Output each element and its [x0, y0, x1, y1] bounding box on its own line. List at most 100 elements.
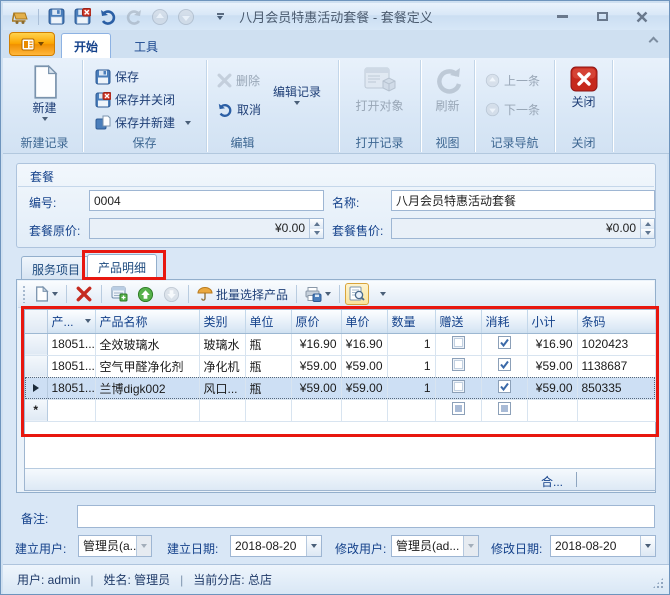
- cell-code[interactable]: [47, 399, 95, 421]
- tab-product-details[interactable]: 产品明细: [87, 254, 157, 280]
- sell-price-spinedit[interactable]: ¥0.00: [391, 218, 655, 239]
- tab-start[interactable]: 开始: [61, 33, 111, 58]
- product-table[interactable]: 产...产品名称类别单位原价单价数量赠送消耗小计条码18051...全效玻璃水玻…: [25, 310, 656, 422]
- column-header[interactable]: 产...: [47, 310, 95, 333]
- modified-date-combo[interactable]: 2018-08-20: [550, 535, 656, 557]
- cell-subtotal[interactable]: ¥59.00: [527, 355, 577, 377]
- print-export-button[interactable]: [302, 283, 334, 305]
- undo-icon[interactable]: [96, 6, 120, 28]
- cell-price[interactable]: [341, 399, 387, 421]
- down-circle-icon[interactable]: [174, 6, 198, 28]
- cell-code[interactable]: 18051...: [47, 333, 95, 355]
- column-header[interactable]: 单位: [245, 310, 291, 333]
- modified-by-dropdown-icon[interactable]: [463, 536, 478, 556]
- cell-gift[interactable]: [435, 333, 481, 355]
- cell-qty[interactable]: 1: [387, 333, 435, 355]
- cell-consume[interactable]: [481, 399, 527, 421]
- preview-dropdown-button[interactable]: [371, 283, 395, 305]
- save-close-icon[interactable]: [70, 6, 94, 28]
- created-by-dropdown-icon[interactable]: [136, 536, 151, 556]
- cell-name[interactable]: [95, 399, 199, 421]
- column-header[interactable]: 数量: [387, 310, 435, 333]
- sell-price-spinner[interactable]: [640, 219, 654, 238]
- column-header[interactable]: 条码: [577, 310, 655, 333]
- up-circle-icon[interactable]: [148, 6, 172, 28]
- save-and-new-button[interactable]: 保存并新建: [91, 113, 195, 132]
- next-record-button[interactable]: 下一条: [481, 100, 544, 119]
- table-row[interactable]: 18051...全效玻璃水玻璃水瓶¥16.90¥16.901¥16.901020…: [25, 333, 655, 355]
- redo-icon[interactable]: [122, 6, 146, 28]
- cell-barcode[interactable]: 1138687: [577, 355, 655, 377]
- name-input[interactable]: [391, 190, 655, 211]
- cell-price[interactable]: ¥59.00: [341, 355, 387, 377]
- cell-qty[interactable]: 1: [387, 355, 435, 377]
- sort-down-icon[interactable]: [85, 319, 91, 323]
- application-menu-button[interactable]: [9, 32, 55, 56]
- cell-qty[interactable]: 1: [387, 377, 435, 399]
- toolbar-grip[interactable]: [22, 285, 27, 303]
- previous-record-button[interactable]: 上一条: [481, 71, 544, 90]
- ribbon-collapse-icon[interactable]: [649, 37, 659, 47]
- edit-record-button[interactable]: 编辑记录: [270, 63, 324, 105]
- tab-tools[interactable]: 工具: [121, 33, 171, 58]
- created-date-dropdown-icon[interactable]: [306, 536, 321, 556]
- close-icon[interactable]: [629, 8, 655, 26]
- cell-consume[interactable]: [481, 333, 527, 355]
- cell-name[interactable]: 全效玻璃水: [95, 333, 199, 355]
- cell-category[interactable]: 风口...: [199, 377, 245, 399]
- tab-service-items[interactable]: 服务项目: [21, 256, 91, 280]
- cell-orig[interactable]: ¥59.00: [291, 377, 341, 399]
- cell-gift[interactable]: [435, 355, 481, 377]
- cell-subtotal[interactable]: ¥16.90: [527, 333, 577, 355]
- cell-category[interactable]: [199, 399, 245, 421]
- qat-dropdown-icon[interactable]: [208, 6, 232, 28]
- refresh-button[interactable]: 刷新: [421, 63, 474, 113]
- cell-price[interactable]: ¥16.90: [341, 333, 387, 355]
- cancel-button[interactable]: 取消: [213, 100, 265, 119]
- cell-barcode[interactable]: [577, 399, 655, 421]
- save-and-close-button[interactable]: 保存并关闭: [91, 90, 195, 109]
- cell-category[interactable]: 净化机: [199, 355, 245, 377]
- created-date-combo[interactable]: 2018-08-20: [230, 535, 322, 557]
- column-header[interactable]: 消耗: [481, 310, 527, 333]
- column-header[interactable]: 产品名称: [95, 310, 199, 333]
- delete-button[interactable]: 删除: [213, 71, 265, 90]
- cell-orig[interactable]: ¥59.00: [291, 355, 341, 377]
- cell-unit[interactable]: 瓶: [245, 333, 291, 355]
- grid-delete-button[interactable]: [72, 283, 96, 305]
- cell-unit[interactable]: [245, 399, 291, 421]
- orig-price-spinner[interactable]: [309, 219, 323, 238]
- column-header[interactable]: 单价: [341, 310, 387, 333]
- cell-qty[interactable]: [387, 399, 435, 421]
- column-header[interactable]: 原价: [291, 310, 341, 333]
- cell-unit[interactable]: 瓶: [245, 377, 291, 399]
- new-button[interactable]: 新建: [18, 63, 72, 121]
- table-row[interactable]: 18051...空气甲醛净化剂净化机瓶¥59.00¥59.001¥59.0011…: [25, 355, 655, 377]
- grid-form-button[interactable]: [107, 283, 131, 305]
- table-row[interactable]: 18051...兰博digk002风口...瓶¥59.00¥59.001¥59.…: [25, 377, 655, 399]
- column-header[interactable]: 小计: [527, 310, 577, 333]
- cell-orig[interactable]: [291, 399, 341, 421]
- cell-unit[interactable]: 瓶: [245, 355, 291, 377]
- cell-orig[interactable]: ¥16.90: [291, 333, 341, 355]
- cell-gift[interactable]: [435, 399, 481, 421]
- cell-name[interactable]: 兰博digk002: [95, 377, 199, 399]
- cell-consume[interactable]: [481, 355, 527, 377]
- orig-price-spinedit[interactable]: ¥0.00: [89, 218, 324, 239]
- cell-price[interactable]: ¥59.00: [341, 377, 387, 399]
- close-record-button[interactable]: 关闭: [557, 63, 611, 109]
- cell-category[interactable]: 玻璃水: [199, 333, 245, 355]
- modified-date-dropdown-icon[interactable]: [640, 536, 655, 556]
- move-down-button[interactable]: [159, 283, 183, 305]
- new-row[interactable]: *: [25, 399, 655, 421]
- cell-subtotal[interactable]: [527, 399, 577, 421]
- cell-code[interactable]: 18051...: [47, 377, 95, 399]
- preview-button[interactable]: [345, 283, 369, 305]
- move-up-button[interactable]: [133, 283, 157, 305]
- minimize-icon[interactable]: [549, 8, 575, 26]
- column-header[interactable]: 赠送: [435, 310, 481, 333]
- created-by-combo[interactable]: 管理员(a...: [78, 535, 152, 557]
- open-object-button[interactable]: 打开对象: [353, 63, 407, 113]
- cell-consume[interactable]: [481, 377, 527, 399]
- cell-code[interactable]: 18051...: [47, 355, 95, 377]
